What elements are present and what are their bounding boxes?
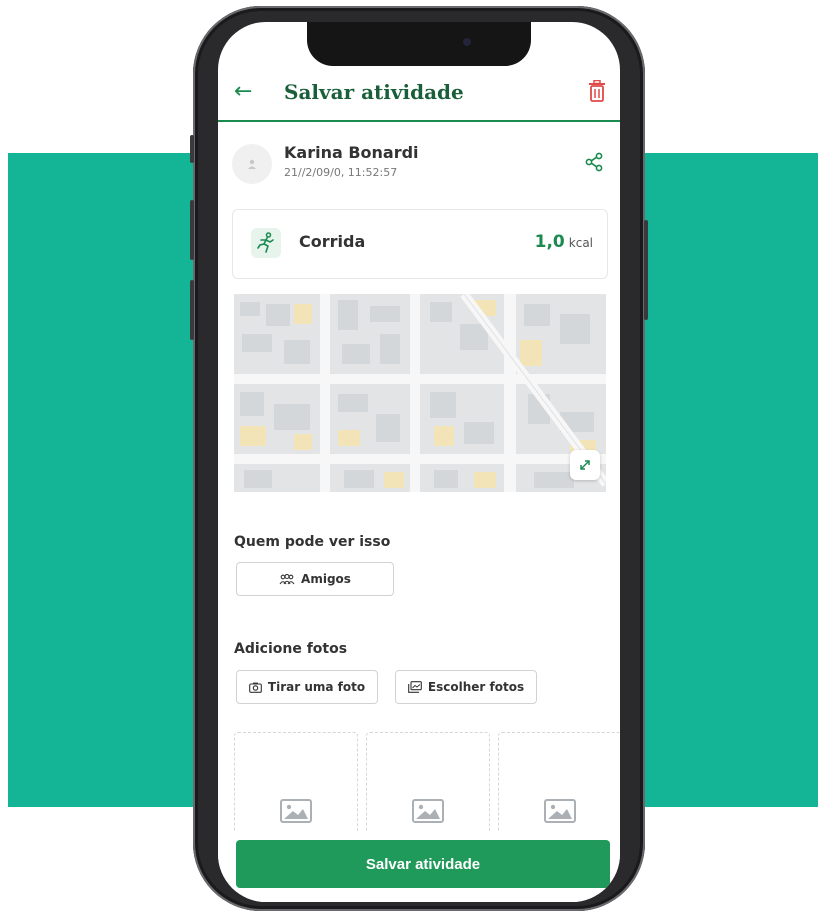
map-tiles (234, 294, 606, 492)
camera-icon (249, 682, 262, 693)
avatar (232, 144, 272, 184)
phone-side-button (190, 200, 194, 260)
take-photo-button[interactable]: Tirar uma foto (236, 670, 378, 704)
calories-number: 1,0 (534, 232, 565, 252)
front-camera (463, 38, 471, 46)
visibility-section-label: Quem pode ver isso (234, 534, 391, 550)
activity-type-badge (251, 228, 281, 258)
gallery-icon (408, 681, 422, 693)
activity-type-label: Corrida (299, 232, 366, 251)
visibility-select-button[interactable]: Amigos (236, 562, 394, 596)
trash-icon[interactable] (588, 80, 606, 102)
take-photo-label: Tirar uma foto (267, 680, 366, 694)
photo-slot[interactable] (234, 732, 358, 834)
image-placeholder-icon (544, 799, 576, 823)
image-placeholder-icon (280, 799, 312, 823)
back-arrow-icon[interactable]: ← (234, 78, 252, 106)
phone-notch (307, 22, 531, 66)
choose-photos-button[interactable]: Escolher fotos (395, 670, 537, 704)
activity-summary-card: Corrida 1,0 kcal (232, 209, 608, 279)
phone-side-button (190, 135, 194, 163)
photos-section-label: Adicione fotos (234, 641, 348, 657)
visibility-option-label: Amigos (301, 572, 351, 586)
header-divider (218, 120, 620, 122)
group-icon (279, 573, 295, 584)
app-header: ← Salvar atividade (218, 72, 620, 120)
calories-unit: kcal (568, 236, 593, 250)
choose-photos-label: Escolher fotos (427, 680, 525, 694)
image-placeholder-icon (412, 799, 444, 823)
expand-map-button[interactable] (570, 450, 600, 480)
page-title: Salvar atividade (284, 80, 464, 104)
phone-screen: ← Salvar atividade Karina Bonardi 21//2/… (218, 22, 620, 902)
running-icon (257, 232, 274, 253)
calories-value: 1,0 kcal (535, 232, 593, 252)
photo-slot[interactable] (498, 732, 620, 834)
avatar-icon (248, 159, 256, 169)
route-map[interactable] (234, 294, 606, 492)
photo-slot[interactable] (366, 732, 490, 834)
user-name: Karina Bonardi (284, 143, 419, 162)
phone-side-button (644, 220, 648, 320)
expand-icon (580, 460, 590, 470)
save-activity-button[interactable]: Salvar atividade (236, 840, 610, 888)
activity-timestamp: 21//2/09/0, 11:52:57 (284, 166, 398, 179)
share-icon[interactable] (584, 152, 604, 172)
phone-side-button (190, 280, 194, 340)
